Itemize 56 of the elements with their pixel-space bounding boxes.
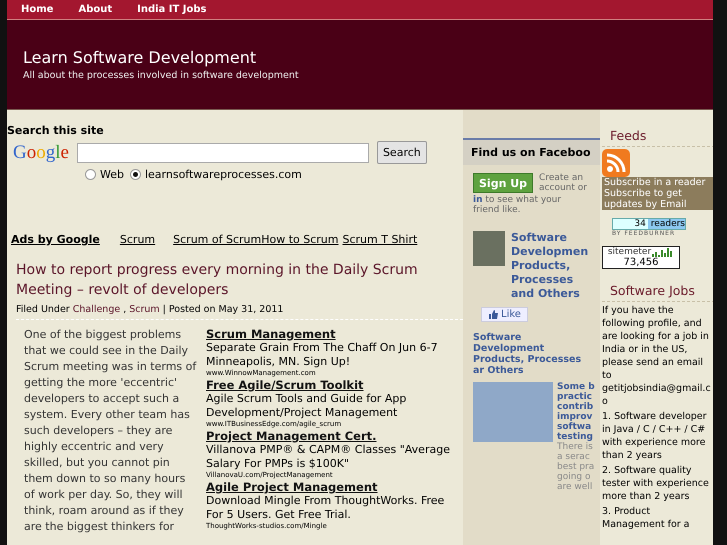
radio-option[interactable]: learnsoftwareprocesses.com: [130, 168, 302, 181]
ad-title[interactable]: Project Management Cert.: [206, 429, 376, 443]
page-name-link[interactable]: Software Developmen Products, Processes and Others: [511, 231, 592, 301]
ad-title[interactable]: Agile Project Management: [206, 480, 378, 494]
ad-text: Agile Scrum Tools and Guide for App Development/Project Management: [206, 392, 408, 420]
visit-count: 73,456: [622, 257, 660, 268]
ad-title[interactable]: Free Agile/Scrum Toolkit: [206, 378, 364, 392]
signup-text: Create an account or: [539, 173, 588, 193]
category-separator: ,: [123, 304, 126, 315]
site-tagline: All about the processes involved in software development: [23, 70, 300, 81]
sitemeter-label: sitemeter: [608, 247, 652, 257]
bar-graph-icon: [652, 247, 674, 257]
ad-text: Download Mingle From ThoughtWorks. Free For 5 Users. Get Free Trial.: [206, 494, 446, 522]
ad-title[interactable]: Scrum Management: [206, 327, 336, 341]
ads-label[interactable]: Ads by Google: [11, 233, 100, 246]
scrollbar[interactable]: [713, 0, 727, 545]
ad-link[interactable]: Scrum: [120, 233, 156, 246]
ad-link[interactable]: Scrum of Scrum: [173, 233, 262, 246]
nav-link[interactable]: Home: [21, 4, 54, 15]
post-body: One of the biggest problems that we could see in the Daily Scrum meeting was in terms of getting the more 'eccentric' developers to accept such a system. Every other team has such developers – they are highly eccentric and very skilled, but you cannot pin them down to so many hours of work per day. So, they will think, roam around as if they are the biggest thinkers for: [24, 327, 198, 535]
facebook-heading: Find us on Faceboo: [463, 138, 600, 165]
search-field[interactable]: [76, 142, 369, 162]
nav-link[interactable]: India IT Jobs: [137, 4, 207, 15]
thumbs-up-icon: [488, 309, 499, 320]
search-heading: Search this site: [7, 124, 105, 137]
nav-link[interactable]: About: [78, 4, 112, 15]
stream-title-link[interactable]: Software Development Products, Processes ar Others: [463, 322, 600, 376]
job-item: 3. Product Management for a: [602, 505, 691, 531]
search-button[interactable]: Search: [376, 141, 427, 164]
google-logo: Google: [13, 142, 69, 164]
readers-label: readers: [650, 219, 685, 229]
subscribe-reader-link[interactable]: Subscribe in a reader: [602, 177, 715, 188]
ad-text: Villanova PMP® & CAPM® Classes "Average Salary For PMPs is $100K": [206, 443, 451, 471]
job-item: 2. Software quality tester with experience more than 2 years: [602, 464, 710, 503]
jobs-text: If you have the following profile, and are looking for a job in India or in the US, please send an email to getitjobsindia@gmail.co: [602, 304, 712, 408]
category-link[interactable]: Challenge: [72, 304, 120, 315]
rss-icon[interactable]: [602, 149, 630, 177]
stream-post-title[interactable]: Some b practic contrib improv softwa testing: [557, 382, 596, 442]
post-title[interactable]: How to report progress every morning in the Daily Scrum Meeting – revolt of developers: [16, 260, 463, 300]
subscribe-email-link[interactable]: Subscribe to get updates by Email: [602, 188, 715, 210]
ad-link[interactable]: Scrum T Shirt: [342, 233, 418, 246]
site-title[interactable]: Learn Software Development: [23, 48, 697, 67]
photo-placeholder: [473, 231, 505, 266]
login-link[interactable]: in: [473, 195, 482, 205]
job-item: 1. Software developer in Java / C / C++ / C# with experience more than 2 years: [602, 410, 708, 462]
like-button[interactable]: Like: [481, 307, 528, 322]
sitemeter-badge[interactable]: sitemeter 73,456: [602, 246, 680, 269]
category-link[interactable]: Scrum: [129, 304, 160, 315]
stream-post-text: There is a serac best pra going o are well: [557, 442, 596, 492]
reader-count: 34: [613, 219, 648, 229]
login-text: in to see what your friend like.: [472, 194, 562, 217]
radio-option[interactable]: Web: [85, 168, 124, 181]
ad-link[interactable]: How to Scrum: [261, 233, 338, 246]
filed-under-label: Filed Under: [16, 304, 70, 315]
post-date: | Posted on May 31, 2011: [162, 304, 284, 315]
ad-text: Separate Grain From The Chaff On Jun 6-7 Minneapolis, MN. Sign Up!: [206, 341, 439, 369]
